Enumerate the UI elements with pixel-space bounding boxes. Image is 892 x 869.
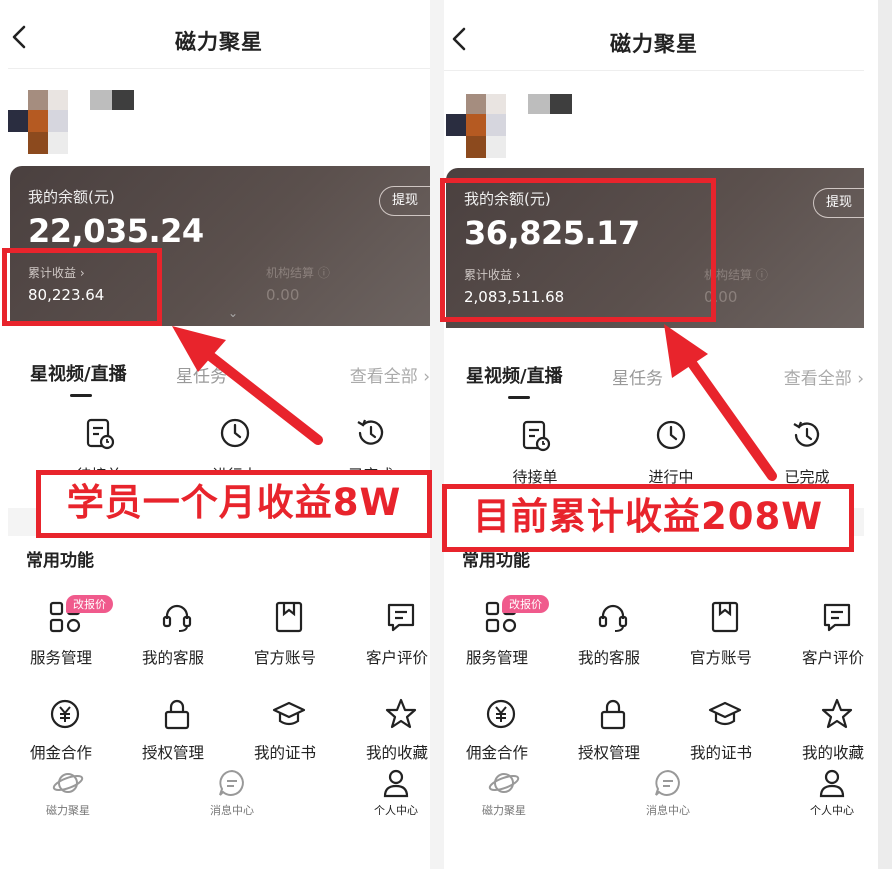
withdraw-button[interactable]: 提现 <box>813 188 864 218</box>
function-label: 客户评价 <box>366 649 429 667</box>
nav-label-messages[interactable]: 消息中心 <box>192 802 272 818</box>
username-blurred <box>528 94 572 114</box>
nav-label-messages[interactable]: 消息中心 <box>628 802 708 818</box>
nav-label-home[interactable]: 磁力聚星 <box>464 802 544 818</box>
customer-service-icon[interactable] <box>596 600 630 634</box>
tab-star-tasks[interactable]: 星任务 <box>612 364 663 389</box>
annotation-banner-right: 目前累计收益208W <box>442 484 854 552</box>
balance-amount: 22,035.24 <box>28 212 204 250</box>
common-functions-title: 常用功能 <box>26 551 94 571</box>
page-title: 磁力聚星 <box>610 32 698 56</box>
customer-review-icon[interactable] <box>820 600 854 634</box>
balance-label: 我的余额(元) <box>28 188 115 206</box>
official-account-icon[interactable] <box>272 600 306 634</box>
top-bar: 磁力聚星 <box>444 2 864 71</box>
planet-icon[interactable] <box>488 768 520 798</box>
in-progress-icon[interactable] <box>654 418 688 452</box>
view-all-link[interactable]: 查看全部 › <box>784 364 864 389</box>
official-account-icon[interactable] <box>708 600 742 634</box>
tab-star-tasks[interactable]: 星任务 <box>176 362 227 387</box>
function-label: 官方账号 <box>254 649 317 667</box>
function-label: 服务管理 <box>466 649 529 667</box>
right-edge <box>878 0 892 869</box>
tab-video-live[interactable]: 星视频/直播 <box>30 360 127 386</box>
annotation-banner-left: 学员一个月收益8W <box>36 470 432 538</box>
certificate-icon[interactable] <box>272 697 306 731</box>
function-label: 客户评价 <box>802 649 864 667</box>
person-icon[interactable] <box>380 768 412 798</box>
function-label: 我的收藏 <box>366 744 429 762</box>
bottom-nav: 磁力聚星 消息中心 个人中心 <box>444 762 864 822</box>
nav-label-home[interactable]: 磁力聚星 <box>28 802 108 818</box>
lock-icon[interactable] <box>596 697 630 731</box>
nav-label-profile[interactable]: 个人中心 <box>792 802 864 818</box>
reprice-badge: 改报价 <box>502 595 549 613</box>
customer-service-icon[interactable] <box>160 600 194 634</box>
highlight-box-right <box>440 178 716 322</box>
completed-history-icon[interactable] <box>790 418 824 452</box>
settlement-label: 机构结算 ⓘ <box>266 266 330 280</box>
function-label: 服务管理 <box>30 649 93 667</box>
nav-label-profile[interactable]: 个人中心 <box>356 802 430 818</box>
function-label: 我的证书 <box>690 744 753 762</box>
commission-icon[interactable] <box>484 697 518 731</box>
tab-video-live[interactable]: 星视频/直播 <box>466 362 563 388</box>
function-label: 佣金合作 <box>30 744 93 762</box>
highlight-box-left <box>2 248 162 326</box>
function-label: 我的收藏 <box>802 744 864 762</box>
top-bar: 磁力聚星 <box>8 0 430 69</box>
username-blurred <box>90 90 134 110</box>
person-icon[interactable] <box>816 768 848 798</box>
completed-history-icon[interactable] <box>354 416 388 450</box>
active-tab-indicator <box>70 394 92 397</box>
active-tab-indicator <box>508 396 530 399</box>
screen-gutter <box>430 0 444 869</box>
screenshot-right: 磁力聚星 我的余额(元) 36,825.17 提现 累计收益 › 2,083,5… <box>444 0 864 869</box>
planet-icon[interactable] <box>52 768 84 798</box>
function-label: 官方账号 <box>690 649 753 667</box>
pending-order-icon[interactable] <box>82 416 116 450</box>
certificate-icon[interactable] <box>708 697 742 731</box>
withdraw-button[interactable]: 提现 <box>379 186 430 216</box>
function-label: 佣金合作 <box>466 744 529 762</box>
function-label: 我的客服 <box>142 649 205 667</box>
customer-review-icon[interactable] <box>384 600 418 634</box>
pending-order-icon[interactable] <box>518 418 552 452</box>
star-icon[interactable] <box>384 697 418 731</box>
bottom-nav: 磁力聚星 消息中心 个人中心 <box>8 762 430 822</box>
right-strip <box>864 0 878 869</box>
function-label: 授权管理 <box>142 744 205 762</box>
avatar[interactable] <box>446 90 508 160</box>
screenshot-left: 磁力聚星 我的余额(元) 22,035.24 提现 累计收益 › 80,223.… <box>8 0 430 869</box>
reprice-badge: 改报价 <box>66 595 113 613</box>
lock-icon[interactable] <box>160 697 194 731</box>
page-title: 磁力聚星 <box>175 30 263 54</box>
function-label: 我的客服 <box>578 649 641 667</box>
function-label: 授权管理 <box>578 744 641 762</box>
message-icon[interactable] <box>216 768 248 798</box>
in-progress-icon[interactable] <box>218 416 252 450</box>
message-icon[interactable] <box>652 768 684 798</box>
commission-icon[interactable] <box>48 697 82 731</box>
expand-chevron-icon[interactable]: ⌄ <box>228 306 238 320</box>
avatar[interactable] <box>8 86 70 156</box>
function-label: 我的证书 <box>254 744 317 762</box>
settlement-value: 0.00 <box>266 286 300 304</box>
view-all-link[interactable]: 查看全部 › <box>350 362 430 387</box>
star-icon[interactable] <box>820 697 854 731</box>
